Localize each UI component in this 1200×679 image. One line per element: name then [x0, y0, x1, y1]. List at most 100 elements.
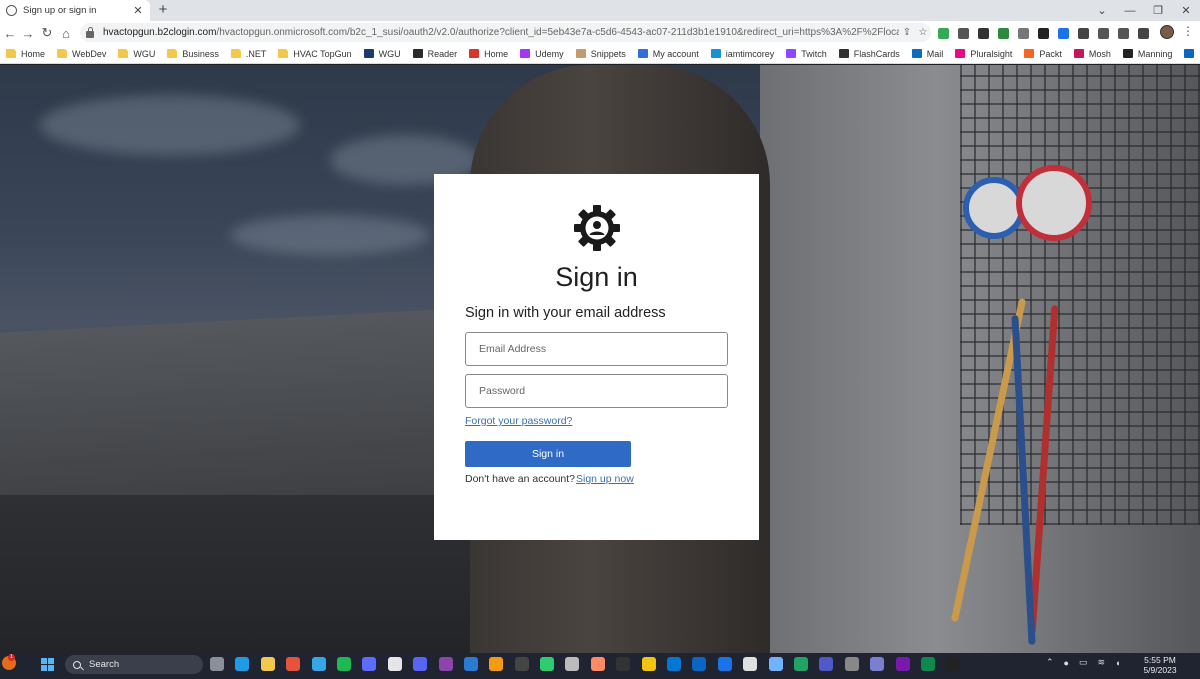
bookmark-item[interactable]: iamtimcorey [710, 49, 774, 59]
battery-icon[interactable]: ▭ [1079, 657, 1088, 668]
volume-icon[interactable]: ◖ [1115, 658, 1120, 668]
taskbar-clock[interactable]: 5:55 PM 5/9/2023 [1138, 655, 1182, 675]
taskbar-app-icon[interactable] [463, 657, 478, 671]
taskbar-app-icon[interactable] [870, 657, 885, 671]
taskbar-app-icon[interactable] [210, 657, 224, 671]
taskbar-app-icon[interactable] [590, 657, 605, 671]
taskbar-app-icon[interactable] [311, 657, 326, 671]
taskbar-app-icon[interactable] [438, 657, 453, 671]
tab-sign-in[interactable]: Sign up or sign in ✕ [0, 0, 150, 21]
bookmark-item[interactable]: Home [469, 49, 508, 59]
maximize-button[interactable]: ❐ [1144, 0, 1172, 21]
bookmark-label: FlashCards [853, 48, 900, 59]
extension-icon[interactable] [1098, 27, 1109, 39]
sign-up-link[interactable]: Sign up now [576, 473, 634, 485]
close-window-button[interactable]: ✕ [1172, 0, 1200, 21]
bookmark-item[interactable]: Reader [412, 49, 457, 59]
taskbar-app-icon[interactable] [540, 657, 555, 671]
taskbar-app-icon[interactable] [793, 657, 808, 671]
taskbar-app-icon[interactable] [413, 657, 428, 671]
bookmark-label: .NET [245, 48, 267, 59]
microphone-icon[interactable]: ● [1064, 658, 1069, 668]
bookmark-item[interactable]: Manning [1122, 49, 1172, 59]
taskbar-app-icon[interactable] [819, 657, 834, 671]
extension-icon[interactable] [1018, 27, 1029, 39]
extension-icon[interactable] [1038, 27, 1049, 39]
extension-icon[interactable] [958, 27, 969, 39]
bookmark-item[interactable]: Mosh [1073, 49, 1111, 59]
bookmark-label: Home [21, 48, 46, 59]
bookmark-item[interactable]: Udemy [520, 49, 564, 59]
password-field[interactable] [465, 374, 728, 408]
taskbar-app-icon[interactable] [514, 657, 529, 671]
bookmark-item[interactable]: Snippets [575, 49, 626, 59]
taskbar-app-icon[interactable] [667, 657, 682, 671]
bookmark-item[interactable]: WebDev [57, 49, 106, 59]
bookmark-item[interactable]: Learning [1184, 49, 1200, 59]
taskbar-app-icon[interactable] [920, 657, 935, 671]
extension-icon[interactable] [1078, 27, 1089, 39]
bookmark-item[interactable]: HVAC TopGun [278, 49, 352, 59]
wifi-icon[interactable]: ≋ [1098, 657, 1106, 668]
extension-icon[interactable] [1058, 27, 1069, 39]
extension-icon[interactable] [1138, 27, 1149, 39]
taskbar-search[interactable]: Search [65, 655, 203, 674]
taskbar-app-icon[interactable] [260, 657, 275, 671]
taskbar-app-icon[interactable] [946, 657, 961, 671]
taskbar-app-icon[interactable] [717, 657, 732, 671]
taskbar-app-icon[interactable] [768, 657, 783, 671]
taskbar-app-icon[interactable] [565, 657, 580, 671]
back-button[interactable]: ← [2, 25, 18, 41]
extension-icon[interactable] [1118, 27, 1129, 39]
taskbar-app-icon[interactable] [641, 657, 656, 671]
taskbar-app-icon[interactable] [692, 657, 707, 671]
taskbar-app-icon[interactable] [844, 657, 859, 671]
site-favicon-icon [469, 49, 480, 58]
bookmark-item[interactable]: My account [637, 49, 699, 59]
bookmark-item[interactable]: WGU [363, 49, 401, 59]
taskbar-app-icon[interactable] [895, 657, 910, 671]
bookmark-item[interactable]: .NET [230, 48, 267, 59]
taskbar-app-icon[interactable] [362, 657, 377, 671]
bookmark-item[interactable]: FlashCards [838, 48, 900, 59]
bookmark-item[interactable]: Packt [1024, 49, 1062, 59]
site-favicon-icon [710, 49, 721, 58]
extension-icon[interactable] [998, 27, 1009, 39]
lock-icon[interactable] [86, 26, 94, 38]
taskbar-app-icon[interactable] [743, 657, 758, 671]
email-field[interactable] [465, 332, 728, 366]
extension-icon[interactable] [978, 27, 989, 39]
bookmark-item[interactable]: Business [167, 49, 219, 59]
browser-toolbar: ← → ↻ ⌂ hvactopgun.b2clogin.com/hvactopg… [0, 21, 1200, 44]
extension-icon[interactable] [938, 27, 949, 39]
chevron-down-icon[interactable]: ⌄ [1088, 0, 1116, 21]
profile-avatar[interactable] [1160, 25, 1174, 39]
minimize-button[interactable]: — [1116, 0, 1144, 21]
forgot-password-link[interactable]: Forgot your password? [465, 415, 572, 427]
reload-button[interactable]: ↻ [39, 25, 55, 41]
share-icon[interactable]: ⇪ [899, 27, 915, 38]
home-button[interactable]: ⌂ [58, 25, 74, 41]
taskbar-app-icon[interactable] [616, 657, 631, 671]
taskbar-app-icon[interactable] [489, 657, 504, 671]
taskbar-app-icon[interactable] [286, 657, 301, 671]
forward-button[interactable]: → [20, 25, 36, 41]
menu-kebab-icon[interactable]: ⋮ [1182, 24, 1194, 38]
site-favicon-icon [575, 49, 586, 58]
sign-in-button[interactable]: Sign in [465, 441, 631, 467]
bookmark-star-icon[interactable]: ☆ [915, 27, 931, 38]
taskbar-app-icon[interactable] [387, 657, 402, 671]
taskbar-app-icon[interactable] [336, 657, 351, 671]
bookmark-item[interactable]: Home [6, 49, 45, 59]
bookmark-item[interactable]: Mail [911, 49, 943, 59]
bookmark-item[interactable]: WGU [118, 49, 155, 59]
bookmark-item[interactable]: Pluralsight [955, 49, 1012, 59]
new-tab-button[interactable]: + [156, 2, 170, 18]
bookmark-item[interactable]: Twitch [786, 49, 827, 59]
address-bar[interactable]: hvactopgun.b2clogin.com/hvactopgun.onmic… [80, 23, 931, 42]
tab-close-icon[interactable]: ✕ [132, 4, 144, 17]
folder-icon [118, 49, 129, 58]
taskbar-app-icon[interactable] [235, 657, 250, 671]
tray-chevron-icon[interactable]: ⌃ [1046, 657, 1054, 668]
windows-start-icon[interactable] [41, 658, 54, 671]
